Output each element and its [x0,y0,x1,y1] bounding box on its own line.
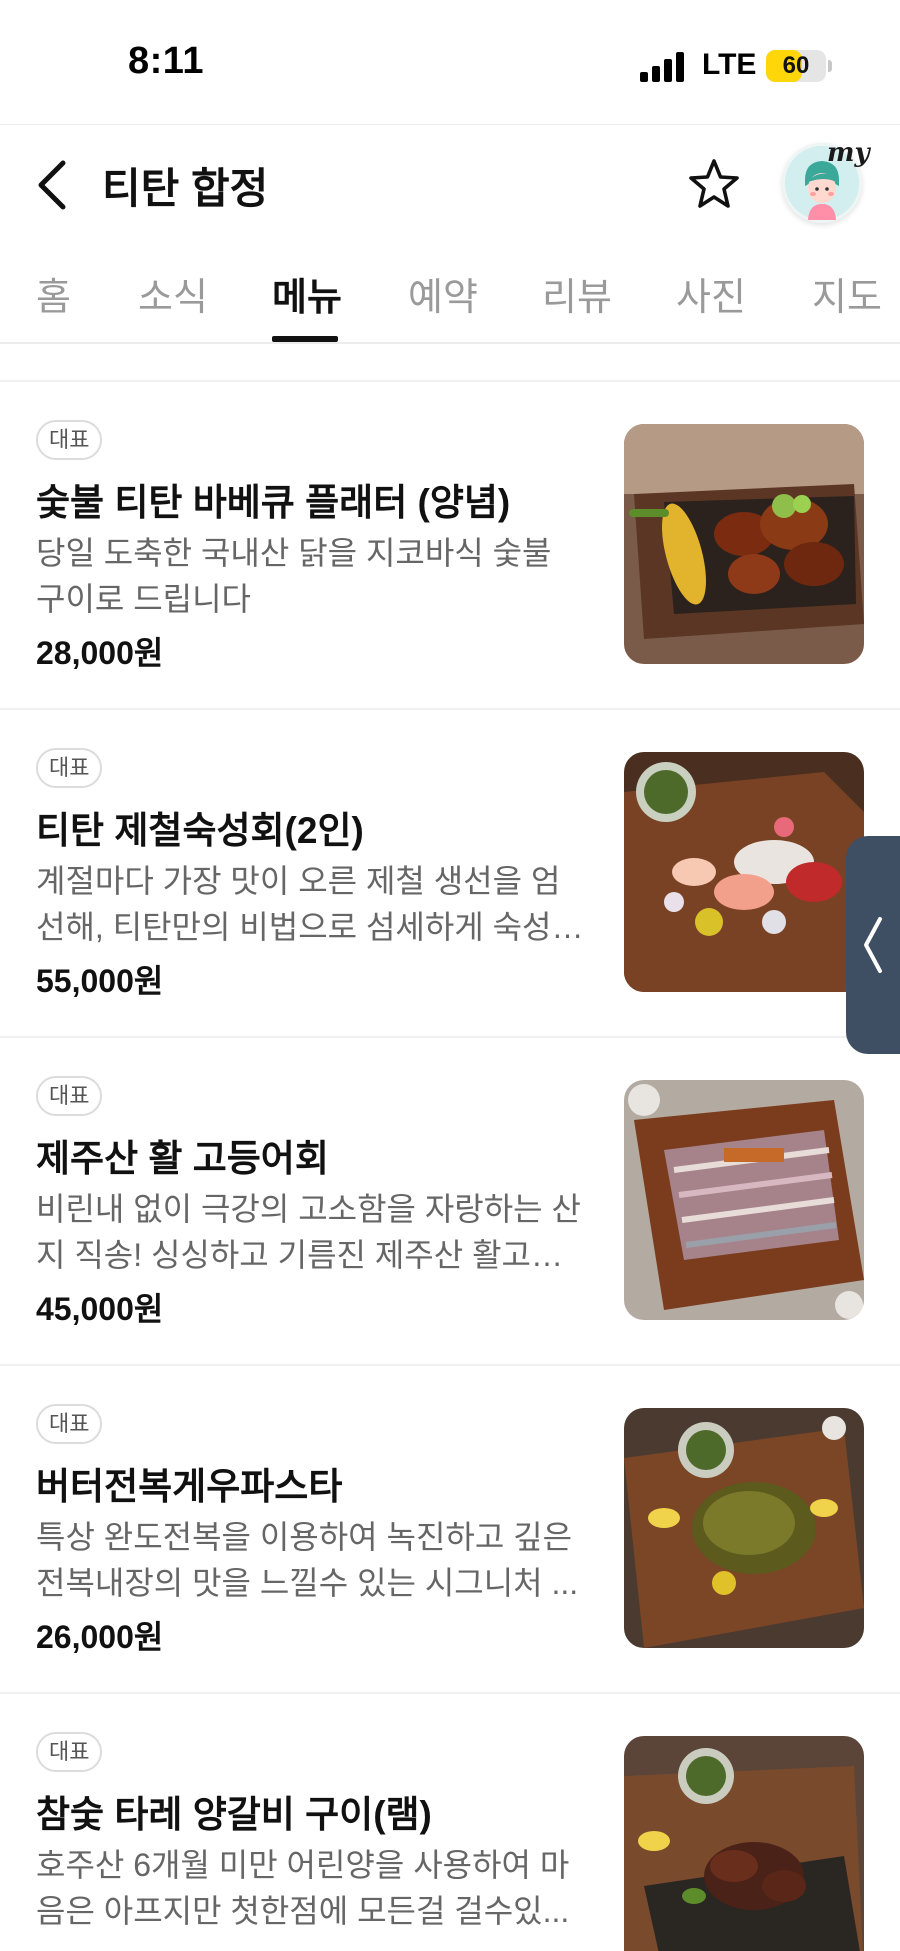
tab-photos[interactable]: 사진 [676,266,746,321]
menu-item-name: 티탄 제철숙성회(2인) [36,810,364,851]
cellular-signal-icon [640,52,684,82]
signature-badge: 대표 [36,420,103,460]
tab-menu[interactable]: 메뉴 [272,266,342,321]
menu-item[interactable]: 대표 티탄 제철숙성회(2인) 계절마다 가장 맛이 오른 제철 생선을 엄선해… [0,708,900,1036]
menu-item-price: 28,000원 [36,635,164,671]
battery-icon: 60 [766,50,826,82]
status-time: 8:11 [128,40,204,82]
tab-reservation[interactable]: 예약 [408,266,478,321]
chevron-left-icon [38,160,66,210]
battery-tip [828,60,832,72]
menu-item[interactable]: 대표 제주산 활 고등어회 비린내 없이 극강의 고소함을 자랑하는 산지 직송… [0,1036,900,1364]
menu-item-photo[interactable] [624,424,864,664]
favorite-button[interactable] [682,153,746,217]
my-label: my [827,138,870,168]
menu-item-description: 비린내 없이 극강의 고소함을 자랑하는 산지 직송! 싱싱하고 기름진 제주산… [36,1191,581,1273]
menu-item[interactable]: 대표 숯불 티탄 바베큐 플래터 (양념) 당일 도축한 국내산 닭을 지코바식… [0,380,900,708]
menu-item-price: 55,000원 [36,963,164,999]
tab-home[interactable]: 홈 [36,266,71,321]
menu-item-name: 숯불 티탄 바베큐 플래터 (양념) [36,482,511,523]
menu-item-name: 버터전복게우파스타 [36,1466,343,1507]
battery-level: 60 [782,52,810,79]
chevron-left-icon [864,917,882,973]
side-panel-toggle[interactable] [846,836,900,1054]
menu-item-photo[interactable] [624,752,864,992]
menu-item-description: 계절마다 가장 맛이 오른 제철 생선을 엄선해, 티탄만의 비법으로 섬세하게… [36,863,561,945]
menu-item[interactable]: 대표 참숯 타레 양갈비 구이(램) 호주산 6개월 미만 어린양을 사용하여 … [0,1692,900,1951]
menu-item-description: 호주산 6개월 미만 어린양을 사용하여 마음은 아프지만 첫한점에 모든걸 걸… [36,1847,570,1929]
tab-bar: 홈 소식 메뉴 예약 리뷰 사진 지도 [0,240,900,344]
header: 티탄 합정 my [0,125,900,240]
active-tab-indicator [272,336,338,342]
menu-item-photo[interactable] [624,1408,864,1648]
menu-item-price: 26,000원 [36,1619,164,1655]
menu-item-description: 당일 도축한 국내산 닭을 지코바식 숯불 구이로 드립니다 [36,535,552,617]
tab-map[interactable]: 지도 [812,266,882,321]
menu-item-name: 참숯 타레 양갈비 구이(램) [36,1794,432,1835]
my-page-button[interactable]: my [782,138,870,223]
signature-badge: 대표 [36,1076,103,1116]
star-icon [689,159,739,208]
menu-item-price: 45,000원 [36,1291,164,1327]
menu-item-photo[interactable] [624,1736,864,1951]
signature-badge: 대표 [36,748,103,788]
menu-item-name: 제주산 활 고등어회 [36,1138,329,1179]
tab-news[interactable]: 소식 [138,266,208,321]
network-type: LTE [702,48,757,81]
menu-item-photo[interactable] [624,1080,864,1320]
page-title: 티탄 합정 [102,165,269,212]
back-button[interactable] [28,153,76,217]
signature-badge: 대표 [36,1404,103,1444]
tab-reviews[interactable]: 리뷰 [542,266,612,321]
menu-item[interactable]: 대표 버터전복게우파스타 특상 완도전복을 이용하여 녹진하고 깊은 전복내장의… [0,1364,900,1692]
signature-badge: 대표 [36,1732,103,1772]
menu-item-description: 특상 완도전복을 이용하여 녹진하고 깊은 전복내장의 맛을 느낄수 있는 시그… [36,1519,579,1601]
status-bar: 8:11 LTE 60 [0,0,900,124]
